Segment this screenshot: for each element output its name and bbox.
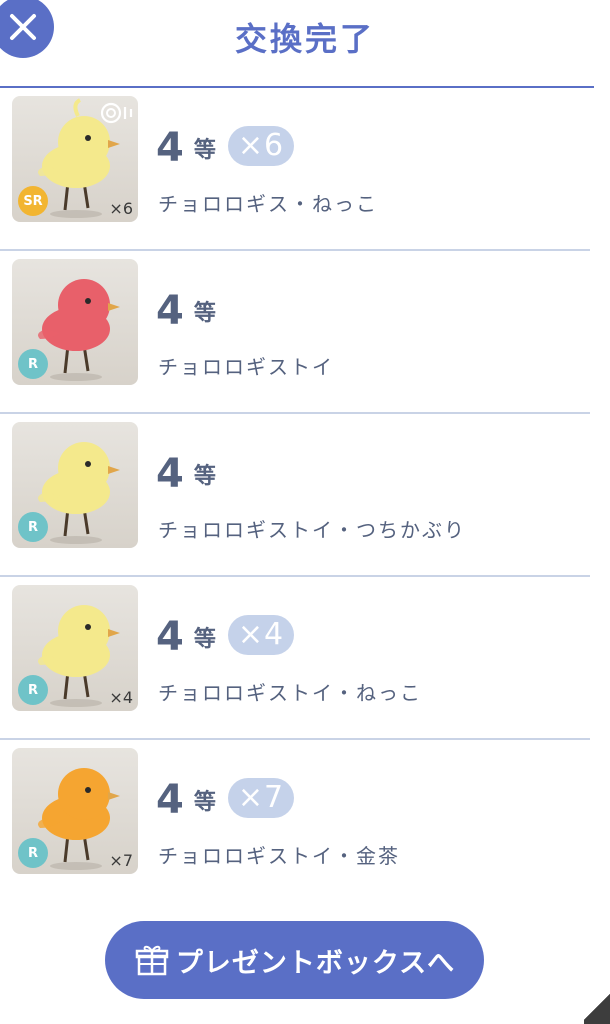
count-badge: ×7	[227, 778, 295, 818]
rank-suffix: 等	[193, 464, 216, 489]
rarity-badge: R	[18, 675, 48, 705]
bird-thumbnail: R ×4	[12, 585, 138, 711]
rarity-badge: R	[18, 349, 48, 379]
thumbnail-count: ×6	[109, 199, 133, 218]
rank-number: 4	[156, 777, 184, 823]
prize-rank: 4等	[156, 287, 216, 333]
item-name: チョロロギストイ	[158, 355, 334, 379]
rank-suffix: 等	[193, 301, 216, 326]
present-box-button[interactable]: プレゼントボックスへ	[105, 921, 484, 999]
list-item: R 4 等チョロロギストイ・つちかぶり	[0, 414, 590, 577]
bird-thumbnail: R	[12, 259, 138, 385]
list-item: SR ×6 4 等 ×6 チョロロギス・ねっこ	[0, 88, 590, 251]
page-title: 交換完了	[234, 20, 375, 58]
prize-rank: 4 等 ×7	[156, 776, 295, 823]
prize-rank: 4 等 ×4	[156, 613, 295, 660]
thumbnail-count: ×4	[109, 688, 133, 707]
exchange-complete-screen: 交換完了 SR ×6 4 等 ×6 チョロロギス・ねっこ R 4 等チョロロギストイ R 4 等チョロ…	[0, 0, 610, 1024]
rank-suffix: 等	[193, 627, 216, 652]
bird-thumbnail: R ×7	[12, 748, 138, 874]
list-item: R ×4 4 等 ×4 チョロロギストイ・ねっこ	[0, 577, 590, 740]
present-box-button-label: プレゼントボックスへ	[175, 947, 456, 979]
prize-rank: 4等	[156, 450, 216, 496]
rarity-badge: R	[18, 512, 48, 542]
gift-icon	[135, 945, 169, 976]
rank-number: 4	[156, 614, 184, 660]
item-name: チョロロギストイ・つちかぶり	[158, 518, 466, 542]
thumbnail-count: ×7	[109, 851, 133, 870]
rank-number: 4	[156, 288, 184, 334]
list-item: R ×7 4 等 ×7 チョロロギストイ・金茶	[0, 740, 590, 903]
rarity-badge: R	[18, 838, 48, 868]
item-name: チョロロギストイ・ねっこ	[158, 681, 422, 705]
reward-list: SR ×6 4 等 ×6 チョロロギス・ねっこ R 4 等チョロロギストイ R 4 等チョロロギストイ…	[0, 88, 590, 903]
item-name: チョロロギストイ・金茶	[158, 844, 400, 868]
corner-shadow	[584, 990, 610, 1024]
count-badge: ×4	[227, 615, 295, 655]
bird-thumbnail: SR ×6	[12, 96, 138, 222]
rank-number: 4	[156, 451, 184, 497]
rank-suffix: 等	[193, 790, 216, 815]
sound-icon	[100, 102, 134, 128]
rank-suffix: 等	[193, 138, 216, 163]
prize-rank: 4 等 ×6	[156, 124, 295, 171]
bird-thumbnail: R	[12, 422, 138, 548]
rarity-badge: SR	[18, 186, 48, 216]
item-name: チョロロギス・ねっこ	[158, 192, 378, 216]
count-badge: ×6	[227, 126, 295, 166]
rank-number: 4	[156, 125, 184, 171]
list-item: R 4 等チョロロギストイ	[0, 251, 590, 414]
